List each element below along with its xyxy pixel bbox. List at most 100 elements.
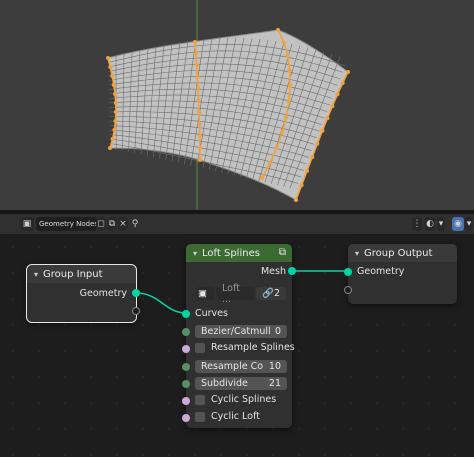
node-tree-selector[interactable]: Geometry Nodes.001 — [36, 217, 97, 231]
control-point[interactable] — [281, 40, 286, 45]
loft-resample-count-field[interactable]: Resample Co 10 — [195, 360, 287, 373]
loft-mesh-socket[interactable] — [288, 267, 296, 275]
control-point[interactable] — [198, 158, 202, 162]
control-point[interactable] — [111, 83, 116, 87]
group-input-geometry-label: Geometry — [79, 288, 127, 299]
control-point[interactable] — [108, 146, 112, 150]
group-output-title: Group Output — [364, 247, 433, 259]
control-point[interactable] — [340, 81, 345, 85]
loft-splines-header[interactable]: ▾ Loft Splines ⧉ — [186, 244, 292, 262]
control-point[interactable] — [286, 99, 291, 103]
control-point[interactable] — [113, 101, 118, 105]
loft-curves-socket[interactable] — [182, 310, 190, 318]
control-point[interactable] — [335, 92, 340, 97]
pin-icon[interactable]: ⚲ — [130, 217, 140, 231]
snap-icon[interactable]: ⋮ — [412, 217, 422, 231]
overlay-dropdown-icon[interactable]: ▾ — [437, 217, 445, 231]
loft-subdivide-socket[interactable] — [182, 380, 190, 388]
control-point[interactable] — [260, 176, 264, 180]
loft-cyclic-loft-row[interactable]: Cyclic Loft — [195, 411, 260, 422]
group-input-header[interactable]: ▾ Group Input — [27, 265, 136, 283]
control-point[interactable] — [346, 70, 350, 74]
loft-curve-type-field[interactable]: Bezier/Catmull 0 — [195, 325, 287, 338]
group-output-node[interactable]: ▾ Group Output Geometry — [344, 244, 457, 304]
unlink-icon[interactable]: × — [118, 217, 128, 231]
control-point[interactable] — [106, 56, 110, 60]
group-input-node[interactable]: ▾ Group Input Geometry — [26, 264, 140, 323]
control-point[interactable] — [193, 51, 198, 56]
cyclic-splines-checkbox[interactable] — [195, 394, 205, 405]
group-input-empty-socket[interactable] — [132, 307, 140, 315]
control-point[interactable] — [113, 110, 118, 114]
control-point[interactable] — [315, 141, 320, 146]
control-point[interactable] — [113, 119, 118, 123]
control-point[interactable] — [287, 68, 292, 73]
control-point[interactable] — [197, 134, 202, 138]
group-output-empty-socket[interactable] — [344, 286, 352, 294]
control-point[interactable] — [285, 54, 290, 59]
cyclic-loft-checkbox[interactable] — [195, 411, 205, 422]
group-output-header[interactable]: ▾ Group Output — [348, 244, 457, 262]
control-point[interactable] — [320, 128, 325, 133]
loft-resample-splines-row[interactable]: Resample Splines — [195, 342, 295, 353]
loft-curves-label: Curves — [195, 308, 228, 319]
collapse-chevron-icon[interactable]: ▾ — [355, 249, 359, 258]
loft-mesh-label: Mesh — [260, 266, 286, 277]
control-point[interactable] — [196, 86, 201, 91]
control-point[interactable] — [276, 28, 280, 32]
node-editor-icon[interactable]: ▣ — [20, 217, 34, 231]
control-point[interactable] — [113, 92, 117, 96]
control-point[interactable] — [305, 168, 309, 173]
control-point[interactable] — [112, 128, 117, 132]
loft-users-count[interactable]: 🔗 2 — [256, 287, 286, 300]
group-input-geometry-socket[interactable] — [132, 289, 140, 297]
control-point[interactable] — [287, 83, 292, 88]
control-point[interactable] — [110, 137, 115, 141]
group-output-geometry-socket[interactable] — [344, 268, 352, 276]
collapse-chevron-icon[interactable]: ▾ — [34, 270, 38, 279]
node-tree-icon[interactable]: ◉ — [452, 217, 464, 231]
loft-subdivide-field[interactable]: Subdivide 21 — [195, 377, 287, 390]
loft-cyclic-loft-socket[interactable] — [182, 414, 190, 422]
fake-user-icon[interactable]: ◻ — [96, 217, 106, 231]
node-editor-header: ▣ Geometry Nodes.001 ◻ ⧉ × ⚲ ⋮ ◐ ▾ ◉ ▾ — [0, 214, 474, 234]
control-point[interactable] — [110, 74, 115, 78]
control-point[interactable] — [196, 98, 201, 103]
resample-splines-checkbox[interactable] — [195, 342, 205, 353]
loft-splines-node[interactable]: ▾ Loft Splines ⧉ Mesh ▣ Loft ... 🔗 2 Curv… — [182, 244, 296, 428]
overlay-icon[interactable]: ◐ — [425, 217, 435, 231]
loft-resample-count-socket[interactable] — [182, 363, 190, 371]
loft-node-group-field[interactable]: Loft ... — [216, 283, 254, 305]
control-point[interactable] — [197, 122, 202, 127]
group-output-geometry-label: Geometry — [357, 266, 405, 277]
control-point[interactable] — [267, 161, 272, 166]
control-point[interactable] — [195, 74, 200, 79]
control-point[interactable] — [108, 65, 113, 69]
control-point[interactable] — [325, 116, 330, 121]
node-tree-icon[interactable]: ▣ — [196, 287, 214, 300]
3d-viewport[interactable] — [0, 0, 474, 210]
control-point[interactable] — [284, 114, 289, 119]
collapse-chevron-icon[interactable]: ▾ — [193, 249, 197, 258]
control-point[interactable] — [280, 130, 284, 135]
loft-splines-title: Loft Splines — [202, 247, 260, 259]
view-dropdown-icon[interactable]: ▾ — [465, 217, 473, 231]
control-point[interactable] — [194, 63, 199, 67]
loft-resample-splines-socket[interactable] — [182, 345, 190, 353]
control-point[interactable] — [330, 104, 335, 109]
loft-curve-type-socket[interactable] — [182, 328, 190, 336]
viewport-canvas — [106, 0, 350, 210]
loft-cyclic-splines-socket[interactable] — [182, 397, 190, 405]
control-point[interactable] — [193, 40, 197, 44]
control-point[interactable] — [197, 110, 202, 115]
control-point[interactable] — [274, 146, 279, 150]
control-point[interactable] — [294, 198, 298, 202]
loft-cyclic-splines-row[interactable]: Cyclic Splines — [195, 394, 276, 405]
duplicate-icon[interactable]: ⧉ — [107, 217, 117, 231]
control-point[interactable] — [310, 155, 315, 160]
control-point[interactable] — [299, 183, 304, 188]
lofted-mesh — [107, 29, 349, 201]
group-input-title: Group Input — [43, 268, 103, 280]
node-group-icon[interactable]: ⧉ — [279, 247, 286, 258]
control-point[interactable] — [197, 146, 202, 150]
